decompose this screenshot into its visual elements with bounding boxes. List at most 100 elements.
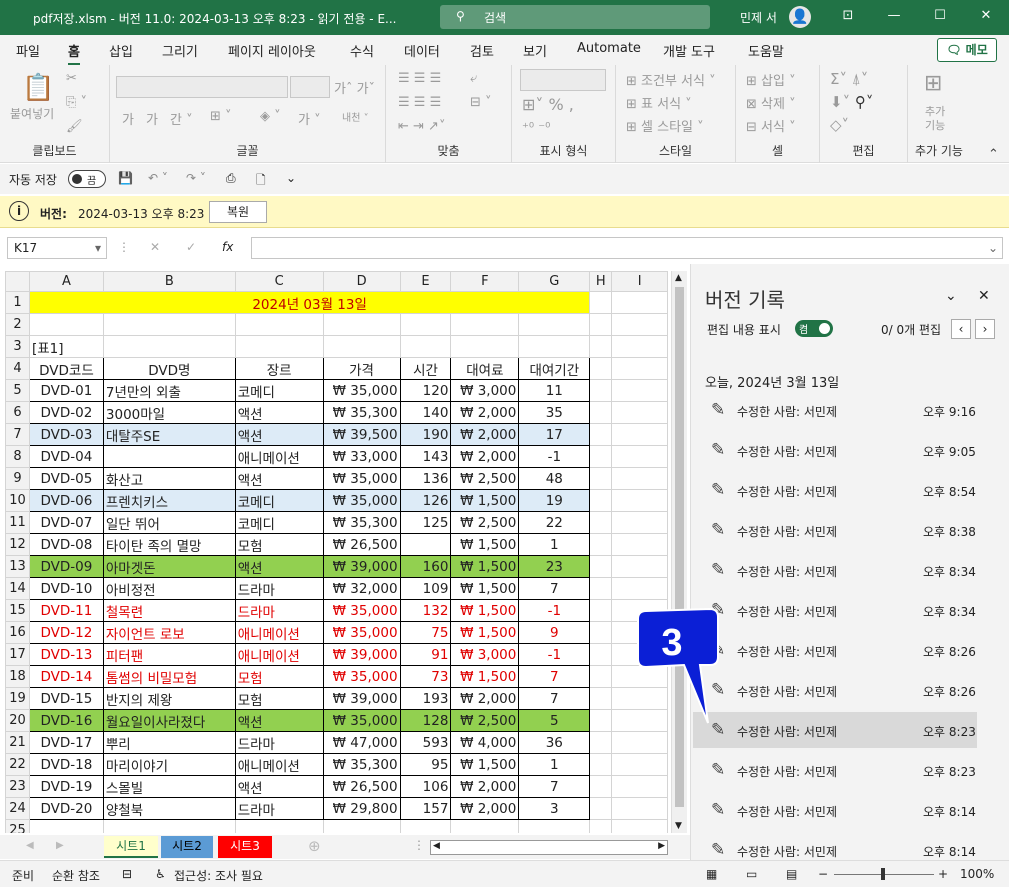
- row-header[interactable]: 3: [5, 335, 30, 358]
- zoom-slider-thumb[interactable]: [881, 868, 885, 880]
- scroll-down-icon[interactable]: ▼: [675, 821, 682, 831]
- table-cell[interactable]: ₩ 26,500: [322, 533, 401, 556]
- tab-draw[interactable]: 그리기: [162, 41, 198, 60]
- empty-cell[interactable]: [589, 401, 613, 424]
- table-cell[interactable]: 125: [399, 511, 452, 534]
- version-item[interactable]: ✎ 수정한 사람: 서민제 오후 9:16: [693, 392, 977, 428]
- scroll-right-icon[interactable]: ▶: [658, 841, 665, 851]
- table-cell[interactable]: ₩ 47,000: [322, 731, 401, 754]
- tab-file[interactable]: 파일: [16, 41, 40, 60]
- table-cell[interactable]: ₩ 2,500: [450, 467, 520, 490]
- version-item[interactable]: ✎ 수정한 사람: 서민제 오후 8:54: [693, 472, 977, 508]
- row-header[interactable]: 1: [5, 291, 30, 314]
- table-cell[interactable]: 140: [399, 401, 452, 424]
- table-cell[interactable]: DVD-01: [28, 379, 104, 402]
- table-cell[interactable]: 5: [518, 709, 591, 732]
- column-header[interactable]: G: [518, 271, 591, 292]
- align-top-icon[interactable]: ☰ ☰ ☰: [398, 71, 441, 86]
- more-icon[interactable]: ⋮: [118, 240, 130, 254]
- empty-cell[interactable]: [28, 819, 104, 833]
- paste-label[interactable]: 붙여넣기: [10, 105, 54, 122]
- version-item[interactable]: ✎ 수정한 사람: 서민제 오후 9:05: [693, 432, 977, 468]
- table-cell[interactable]: 9: [518, 621, 591, 644]
- empty-cell[interactable]: [234, 335, 324, 358]
- zoom-level[interactable]: 100%: [960, 867, 994, 881]
- next-sheet-icon[interactable]: ▶: [56, 840, 64, 851]
- accessibility-icon[interactable]: ♿: [155, 867, 166, 881]
- bold-icon[interactable]: 가: [122, 109, 134, 128]
- table-cell[interactable]: 48: [518, 467, 591, 490]
- table-cell[interactable]: 모험: [234, 665, 324, 688]
- table-cell[interactable]: DVD-19: [28, 775, 104, 798]
- table-cell[interactable]: DVD-07: [28, 511, 104, 534]
- version-item[interactable]: ✎ 수정한 사람: 서민제 오후 8:38: [693, 512, 977, 548]
- addins-icon[interactable]: ⊞: [924, 71, 942, 96]
- table-cell[interactable]: 7: [518, 775, 591, 798]
- tab-review[interactable]: 검토: [470, 41, 494, 60]
- add-sheet-icon[interactable]: ⊕: [308, 837, 321, 855]
- table-cell[interactable]: DVD-02: [28, 401, 104, 424]
- indent-icon[interactable]: ⇤ ⇥ ↗˅: [398, 119, 445, 134]
- font-color-icon[interactable]: 가 ˅: [298, 109, 321, 128]
- table-cell[interactable]: 3000마일: [102, 401, 236, 424]
- empty-cell[interactable]: [611, 511, 668, 534]
- table-cell[interactable]: DVD-17: [28, 731, 104, 754]
- table-cell[interactable]: ₩ 1,500: [450, 599, 520, 622]
- table-cell[interactable]: 모험: [234, 687, 324, 710]
- table-cell[interactable]: 22: [518, 511, 591, 534]
- table-header-cell[interactable]: 장르: [234, 357, 324, 380]
- table-cell[interactable]: 톰썸의 비밀모험: [102, 665, 236, 688]
- formula-input[interactable]: ⌄: [251, 237, 1003, 259]
- panel-collapse-icon[interactable]: ⌄: [945, 288, 957, 304]
- empty-cell[interactable]: [589, 467, 613, 490]
- table-cell[interactable]: 23: [518, 555, 591, 578]
- table-cell[interactable]: 160: [399, 555, 452, 578]
- version-item[interactable]: ✎수정한 사람: 서민제오후 8:26: [693, 672, 977, 708]
- tab-developer[interactable]: 개발 도구: [663, 41, 715, 60]
- table-header-cell[interactable]: 대여료: [450, 357, 520, 380]
- empty-cell[interactable]: [589, 665, 613, 688]
- expand-formula-icon[interactable]: ⌄: [988, 241, 998, 255]
- table-cell[interactable]: 128: [399, 709, 452, 732]
- wrap-text-icon[interactable]: ⤶: [470, 71, 477, 86]
- version-item[interactable]: ✎ 수정한 사람: 서민제 오후 8:34: [693, 592, 977, 628]
- table-cell[interactable]: ₩ 1,500: [450, 555, 520, 578]
- empty-cell[interactable]: [589, 687, 613, 710]
- tab-automate[interactable]: Automate: [577, 41, 641, 56]
- empty-cell[interactable]: [589, 819, 613, 833]
- column-header[interactable]: C: [234, 271, 324, 292]
- empty-cell[interactable]: [399, 819, 452, 833]
- table-cell[interactable]: ₩ 1,500: [450, 753, 520, 776]
- table-cell[interactable]: -1: [518, 599, 591, 622]
- empty-cell[interactable]: [589, 379, 613, 402]
- show-edits-toggle[interactable]: 켬: [795, 320, 833, 337]
- table-cell[interactable]: ₩ 35,000: [322, 467, 401, 490]
- row-header[interactable]: 21: [5, 731, 30, 754]
- align-left-icon[interactable]: ☰ ☰ ☰: [398, 95, 441, 110]
- table-cell[interactable]: 73: [399, 665, 452, 688]
- table-cell[interactable]: ₩ 35,300: [322, 401, 401, 424]
- split-handle-icon[interactable]: ⋮: [413, 838, 425, 852]
- table-header-cell[interactable]: 시간: [399, 357, 452, 380]
- table-cell[interactable]: 대탈주SE: [102, 423, 236, 446]
- table-cell[interactable]: ₩ 2,500: [450, 511, 520, 534]
- select-all-corner[interactable]: [5, 271, 30, 292]
- table-cell[interactable]: 91: [399, 643, 452, 666]
- title-cell[interactable]: 2024년 03월 13일: [29, 291, 590, 314]
- table-cell[interactable]: ₩ 35,000: [322, 599, 401, 622]
- autosave-toggle[interactable]: 끔: [68, 170, 106, 188]
- table-cell[interactable]: ₩ 26,500: [322, 775, 401, 798]
- empty-cell[interactable]: [611, 775, 668, 798]
- row-header[interactable]: 16: [5, 621, 30, 644]
- empty-cell[interactable]: [450, 313, 520, 336]
- empty-cell[interactable]: [589, 489, 613, 512]
- table-cell[interactable]: ₩ 2,000: [450, 797, 520, 820]
- column-header[interactable]: B: [102, 271, 236, 292]
- table-cell[interactable]: 애니메이션: [234, 445, 324, 468]
- clear-icon[interactable]: ◇˅: [830, 116, 849, 134]
- table-cell[interactable]: 190: [399, 423, 452, 446]
- empty-cell[interactable]: [589, 731, 613, 754]
- table-cell[interactable]: ₩ 1,500: [450, 533, 520, 556]
- vertical-scrollbar[interactable]: ▲ ▼: [671, 271, 687, 833]
- table-cell[interactable]: -1: [518, 643, 591, 666]
